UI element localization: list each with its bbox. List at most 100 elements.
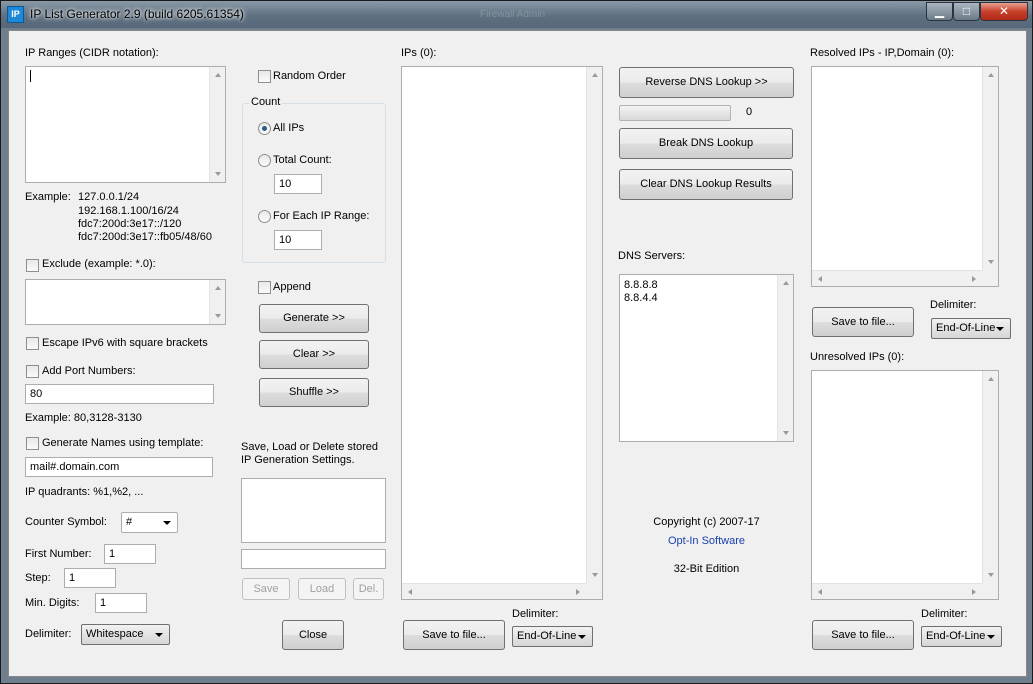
close-button[interactable]: Close [282, 620, 344, 650]
scroll-down-icon[interactable] [215, 172, 221, 176]
delimiter-label: Delimiter: [25, 628, 72, 640]
exclude-label: Exclude (example: *.0): [42, 258, 156, 270]
random-order-label: Random Order [273, 70, 346, 82]
scroll-down-icon[interactable] [592, 573, 598, 577]
unresolved-delimiter-label: Delimiter: [921, 608, 968, 620]
add-port-checkbox[interactable] [26, 365, 39, 378]
close-window-button[interactable]: ✕ [980, 2, 1028, 21]
scroll-corner [982, 583, 998, 599]
dns-servers-label: DNS Servers: [618, 250, 686, 262]
total-count-radio[interactable] [258, 154, 271, 167]
template-input[interactable]: mail#.domain.com [25, 457, 213, 477]
stored-settings-list[interactable] [241, 478, 386, 543]
unresolved-save-button[interactable]: Save to file... [812, 620, 914, 650]
scroll-up-icon[interactable] [215, 73, 221, 77]
step-input[interactable]: 1 [64, 568, 116, 588]
resolved-vertical-scrollbar[interactable] [982, 67, 998, 270]
maximize-button[interactable]: □ [953, 2, 980, 21]
random-order-checkbox[interactable] [258, 70, 271, 83]
names-delimiter-select[interactable]: Whitespace [81, 624, 170, 645]
ip-ranges-scrollbar[interactable] [209, 67, 225, 182]
counter-symbol-select[interactable]: # [121, 512, 178, 533]
port-input[interactable]: 80 [25, 384, 214, 404]
break-dns-button[interactable]: Break DNS Lookup [619, 128, 793, 159]
scroll-left-icon[interactable] [818, 589, 822, 595]
scroll-up-icon[interactable] [988, 73, 994, 77]
exclude-scrollbar[interactable] [209, 280, 225, 324]
shuffle-button[interactable]: Shuffle >> [259, 378, 369, 407]
resolved-list[interactable] [811, 66, 999, 287]
escape-ipv6-checkbox[interactable] [26, 337, 39, 350]
scroll-corner [586, 583, 602, 599]
ips-horizontal-scrollbar[interactable] [402, 583, 586, 599]
app-icon: IP [7, 6, 24, 23]
total-count-input[interactable]: 10 [274, 174, 322, 194]
reverse-dns-button[interactable]: Reverse DNS Lookup >> [619, 67, 794, 98]
unresolved-horizontal-scrollbar[interactable] [812, 583, 982, 599]
unresolved-vertical-scrollbar[interactable] [982, 371, 998, 583]
exclude-textarea[interactable] [25, 279, 226, 325]
minimize-icon: ▁ [934, 4, 945, 18]
step-label: Step: [25, 572, 51, 584]
scroll-down-icon[interactable] [988, 260, 994, 264]
ips-delimiter-select[interactable]: End-Of-Line [512, 626, 593, 647]
first-number-input[interactable]: 1 [104, 544, 156, 564]
scroll-corner [982, 270, 998, 286]
min-digits-input[interactable]: 1 [95, 593, 147, 613]
scroll-up-icon[interactable] [783, 281, 789, 285]
dns-servers-textarea[interactable]: 8.8.8.8 8.8.4.4 [619, 274, 794, 442]
client-area: IP Ranges (CIDR notation): Example: 127.… [8, 30, 1027, 677]
resolved-horizontal-scrollbar[interactable] [812, 270, 982, 286]
for-each-range-input[interactable]: 10 [274, 230, 322, 250]
clear-button[interactable]: Clear >> [259, 340, 369, 369]
scroll-left-icon[interactable] [818, 276, 822, 282]
for-each-range-label: For Each IP Range: [273, 210, 370, 222]
scroll-down-icon[interactable] [988, 573, 994, 577]
ips-label: IPs (0): [401, 47, 437, 59]
port-example: Example: 80,3128-3130 [25, 412, 142, 424]
clear-dns-results-button[interactable]: Clear DNS Lookup Results [619, 169, 793, 200]
append-checkbox[interactable] [258, 281, 271, 294]
close-icon: ✕ [998, 4, 1010, 18]
resolved-save-button[interactable]: Save to file... [812, 307, 914, 337]
delete-settings-button[interactable]: Del. [353, 578, 384, 600]
resolved-label: Resolved IPs - IP,Domain (0): [810, 47, 955, 59]
title-bar[interactable]: IP IP List Generator 2.9 (build 6205.613… [1, 1, 1032, 28]
scroll-up-icon[interactable] [592, 73, 598, 77]
minimize-button[interactable]: ▁ [926, 2, 953, 21]
dns-servers-scrollbar[interactable] [777, 275, 793, 441]
resolved-delimiter-select[interactable]: End-Of-Line [931, 318, 1011, 339]
scroll-down-icon[interactable] [783, 431, 789, 435]
unresolved-list[interactable] [811, 370, 999, 600]
save-settings-button[interactable]: Save [242, 578, 290, 600]
ips-save-button[interactable]: Save to file... [403, 620, 505, 650]
example-line-4: fdc7:200d:3e17::fb05/48/60 [78, 231, 212, 243]
scroll-up-icon[interactable] [215, 286, 221, 290]
scroll-up-icon[interactable] [988, 377, 994, 381]
edition-text: 32-Bit Edition [673, 563, 740, 575]
load-settings-button[interactable]: Load [298, 578, 346, 600]
scroll-right-icon[interactable] [576, 589, 580, 595]
company-link[interactable]: Opt-In Software [619, 535, 794, 547]
settings-name-input[interactable] [241, 549, 386, 569]
resolved-delimiter-label: Delimiter: [930, 299, 977, 311]
ip-ranges-textarea[interactable] [25, 66, 226, 183]
scroll-down-icon[interactable] [215, 314, 221, 318]
all-ips-radio[interactable] [258, 122, 271, 135]
scroll-right-icon[interactable] [972, 589, 976, 595]
dns-server-2: 8.8.4.4 [624, 292, 658, 304]
window-title: IP List Generator 2.9 (build 6205.61354) [30, 7, 244, 21]
all-ips-label: All IPs [273, 122, 305, 134]
text-cursor [30, 70, 31, 82]
scroll-right-icon[interactable] [972, 276, 976, 282]
generate-names-checkbox[interactable] [26, 437, 39, 450]
generate-button[interactable]: Generate >> [259, 304, 369, 333]
scroll-left-icon[interactable] [408, 589, 412, 595]
app-window: IP IP List Generator 2.9 (build 6205.613… [0, 0, 1033, 684]
exclude-checkbox[interactable] [26, 259, 39, 272]
ips-vertical-scrollbar[interactable] [586, 67, 602, 583]
chevron-down-icon [155, 633, 163, 637]
for-each-range-radio[interactable] [258, 210, 271, 223]
ips-list[interactable] [401, 66, 603, 600]
unresolved-delimiter-select[interactable]: End-Of-Line [921, 626, 1002, 647]
